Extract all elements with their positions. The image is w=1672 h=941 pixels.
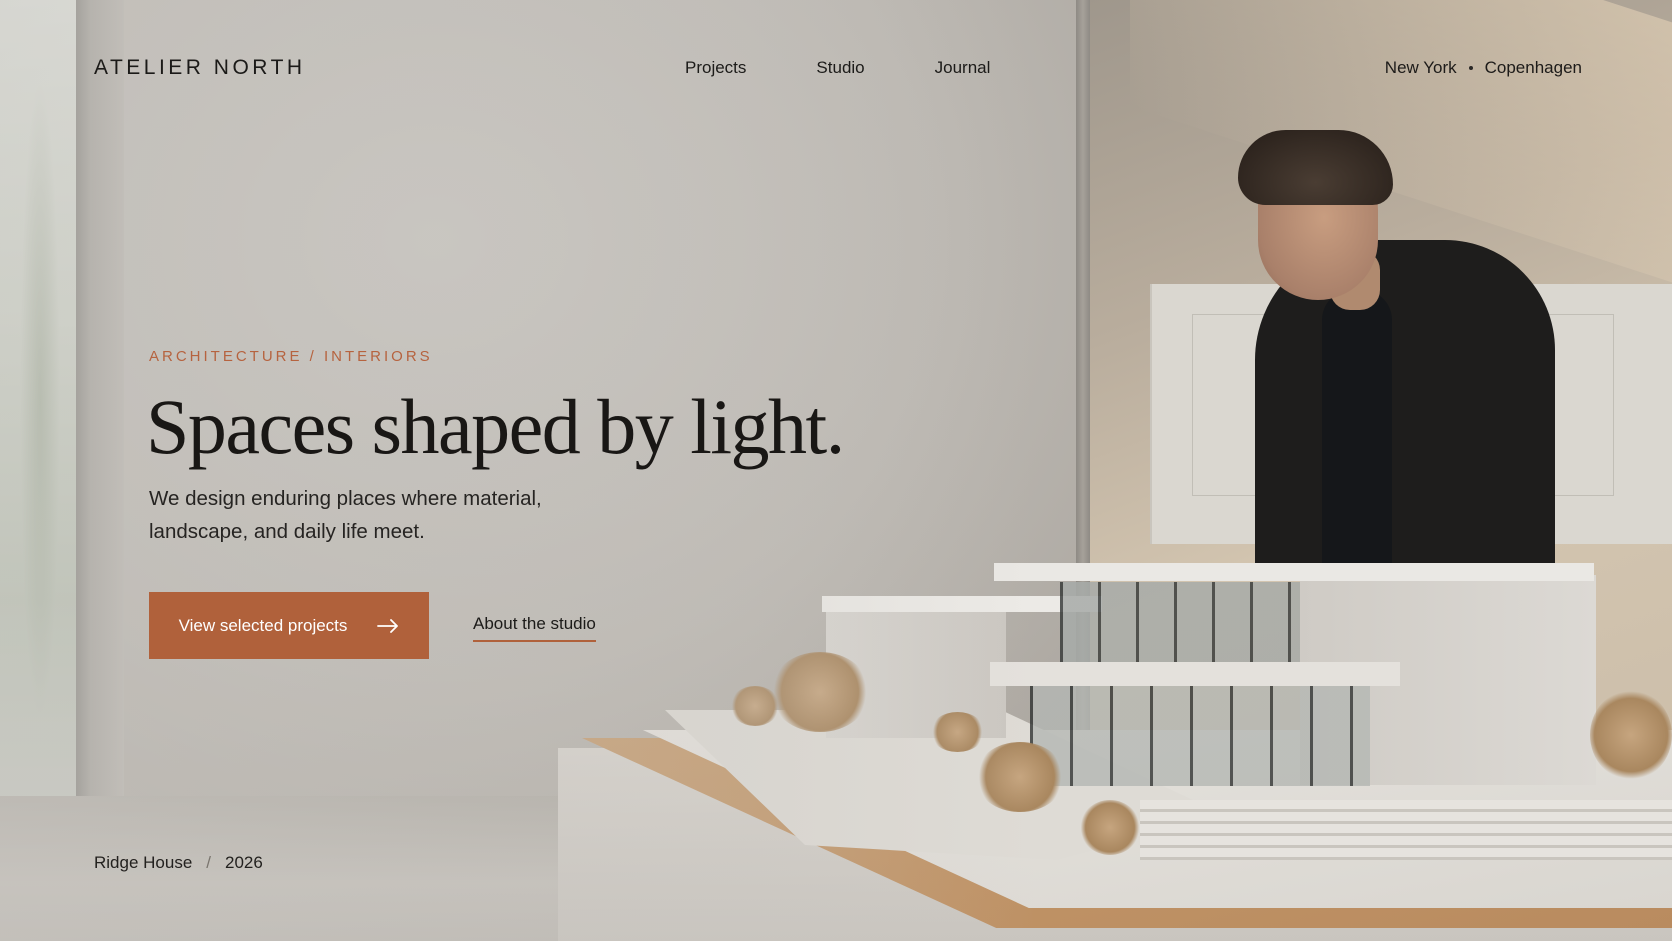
site-header: ATELIER NORTH Projects Studio Journal Ne… bbox=[0, 0, 1672, 140]
view-projects-label: View selected projects bbox=[178, 615, 348, 635]
location-copenhagen: Copenhagen bbox=[1484, 58, 1582, 77]
studio-locations: New York Copenhagen bbox=[1385, 58, 1582, 78]
view-projects-button[interactable]: View selected projects bbox=[149, 592, 429, 659]
arrow-right-icon bbox=[377, 618, 399, 633]
project-caption: Ridge House / 2026 bbox=[94, 853, 263, 873]
caption-separator: / bbox=[206, 853, 212, 872]
caption-year: 2026 bbox=[225, 853, 263, 872]
nav-item-studio[interactable]: Studio bbox=[816, 58, 864, 78]
hero-subcopy: We design enduring places where material… bbox=[149, 487, 542, 543]
nav-item-journal[interactable]: Journal bbox=[935, 58, 991, 78]
caption-project-name: Ridge House bbox=[94, 853, 193, 872]
hero-eyebrow: ARCHITECTURE / INTERIORS bbox=[149, 348, 433, 365]
location-separator-dot bbox=[1468, 66, 1473, 70]
hero-headline: Spaces shaped by light. bbox=[146, 383, 845, 470]
brand-logo[interactable]: ATELIER NORTH bbox=[94, 56, 306, 80]
main-nav: Projects Studio Journal bbox=[685, 58, 990, 78]
about-studio-link[interactable]: About the studio bbox=[473, 614, 596, 642]
nav-item-projects[interactable]: Projects bbox=[685, 58, 746, 78]
location-new-york: New York bbox=[1384, 58, 1457, 77]
